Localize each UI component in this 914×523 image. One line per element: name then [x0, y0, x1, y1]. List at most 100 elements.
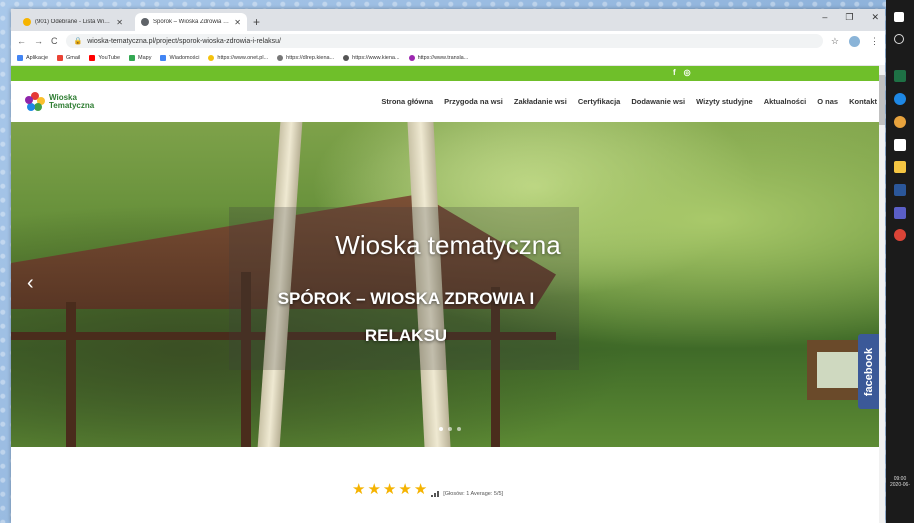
clock[interactable]: 09:00 2020-06- — [888, 476, 912, 488]
toolbar-right: ☆ ⋮ — [831, 35, 879, 47]
explorer-icon[interactable] — [894, 161, 906, 173]
nav-item-founding[interactable]: Zakładanie wsi — [514, 97, 567, 106]
top-social-bar: f ◎ — [11, 66, 885, 81]
maps-icon — [129, 55, 136, 61]
hero-subtitle: Wioska tematyczna — [335, 230, 561, 260]
nav-item-adventure[interactable]: Przygoda na wsi — [444, 97, 503, 106]
star-icon[interactable]: ★ — [352, 482, 365, 497]
profile-avatar[interactable] — [849, 35, 860, 47]
slider-dot[interactable] — [439, 427, 443, 431]
bookmark-label: https://www.transla... — [417, 55, 469, 61]
main-nav: Strona główna Przygoda na wsi Zakładanie… — [381, 81, 877, 122]
mail-favicon-icon — [23, 18, 31, 26]
nav-item-study-visits[interactable]: Wizyty studyjne — [696, 97, 753, 106]
slider-dot[interactable] — [448, 427, 452, 431]
social-links: f ◎ — [673, 68, 691, 77]
windows-taskbar: 09:00 2020-06- — [886, 0, 914, 523]
facebook-sidebar-tab[interactable]: facebook — [858, 334, 880, 409]
nav-item-certification[interactable]: Certyfikacja — [578, 97, 621, 106]
news-icon — [160, 55, 167, 61]
slider-dots — [439, 427, 461, 431]
tab-strip: (901) Odebrane - Lista Wiadomości ✕ Spór… — [11, 9, 885, 31]
globe-favicon-icon — [141, 18, 149, 26]
site-icon — [277, 55, 284, 61]
star-icon[interactable]: ★ — [383, 482, 396, 497]
bookmark-label: Aplikacje — [26, 55, 49, 61]
translate-icon — [408, 55, 415, 61]
instagram-icon[interactable]: ◎ — [684, 68, 691, 77]
bookmark-item[interactable]: https://dlrep.kiena... — [277, 55, 334, 61]
edge-icon[interactable] — [894, 93, 906, 105]
windows-start-icon[interactable] — [894, 12, 904, 22]
bookmark-label: YouTube — [98, 55, 121, 61]
hero-title: SPÓROK – WIOSKA ZDROWIA I RELAKSU — [277, 289, 535, 345]
bookmark-label: Mapy — [138, 55, 152, 61]
maximize-button[interactable]: ❐ — [845, 12, 853, 23]
bookmark-star-icon[interactable]: ☆ — [831, 36, 839, 47]
youtube-icon — [89, 55, 96, 61]
nav-item-contact[interactable]: Kontakt — [849, 97, 877, 106]
bookmark-label: https://www.onet.pl... — [217, 55, 269, 61]
close-tab-icon[interactable]: ✕ — [234, 18, 241, 27]
logo-text: Wioska Tematyczna — [49, 93, 95, 110]
tab-inbox[interactable]: (901) Odebrane - Lista Wiadomości ✕ — [17, 13, 129, 31]
nav-item-home[interactable]: Strona główna — [381, 97, 433, 106]
tab-sporok[interactable]: Spórok – Wioska Zdrowia i Relaksu ✕ — [135, 13, 247, 31]
url-field[interactable]: 🔒 wioska-tematyczna.pl/project/sporok-wi… — [65, 34, 823, 48]
word-icon[interactable] — [894, 184, 906, 196]
facebook-tab-label: facebook — [863, 347, 875, 396]
flower-logo-icon — [25, 91, 45, 112]
minimize-button[interactable]: – — [822, 12, 827, 23]
menu-icon[interactable]: ⋮ — [870, 36, 879, 47]
gazebo-post-image — [66, 302, 76, 447]
bookmark-item[interactable]: https://www.onet.pl... — [208, 55, 268, 61]
chrome-icon[interactable] — [894, 116, 906, 128]
lock-icon: 🔒 — [73, 38, 83, 45]
rating-widget: ★ ★ ★ ★ ★ [Głosów: 1 Average: 5/5] — [352, 482, 503, 497]
bookmark-item[interactable]: https://www.kiena... — [343, 55, 400, 61]
address-bar-row: ← → C 🔒 wioska-tematyczna.pl/project/spo… — [11, 31, 885, 51]
bookmark-item[interactable]: YouTube — [89, 55, 120, 61]
logo-line2: Tematyczna — [49, 100, 95, 110]
tab-title: Spórok – Wioska Zdrowia i Relaksu — [153, 19, 231, 25]
scrollbar-thumb[interactable] — [879, 75, 885, 125]
back-icon[interactable]: ← — [17, 36, 26, 46]
bookmark-label: https://www.kiena... — [352, 55, 400, 61]
slider-dot[interactable] — [457, 427, 461, 431]
chrome-icon[interactable] — [894, 229, 906, 241]
new-tab-button[interactable]: + — [253, 13, 260, 31]
close-window-button[interactable]: ✕ — [871, 12, 879, 23]
bookmark-item[interactable]: Wiadomości — [160, 55, 199, 61]
site-logo[interactable]: Wioska Tematyczna — [25, 91, 95, 112]
star-icon[interactable]: ★ — [367, 482, 380, 497]
close-tab-icon[interactable]: ✕ — [116, 18, 123, 27]
bookmark-label: Gmail — [66, 55, 81, 61]
nav-item-add-village[interactable]: Dodawanie wsi — [631, 97, 685, 106]
page-scrollbar[interactable] — [879, 65, 885, 523]
teams-icon[interactable] — [894, 207, 906, 219]
bar-chart-icon — [431, 491, 440, 497]
bookmarks-bar: Aplikacje Gmail YouTube Mapy Wiadomości … — [11, 51, 885, 66]
reload-icon[interactable]: C — [51, 36, 58, 46]
bookmark-item[interactable]: https://www.transla... — [408, 55, 469, 61]
facebook-icon[interactable]: f — [673, 68, 676, 77]
nav-item-about[interactable]: O nas — [817, 97, 838, 106]
store-icon[interactable] — [894, 139, 906, 151]
gmail-icon — [57, 55, 64, 61]
excel-icon[interactable] — [894, 70, 906, 82]
bookmark-label: https://dlrep.kiena... — [286, 55, 335, 61]
clock-date: 2020-06- — [889, 482, 910, 488]
search-icon[interactable] — [894, 34, 904, 44]
star-icon[interactable]: ★ — [398, 482, 411, 497]
site-header: Wioska Tematyczna Strona główna Przygoda… — [11, 81, 885, 122]
forward-icon[interactable]: → — [34, 36, 43, 46]
hero-slider: Wioska tematyczna SPÓROK – WIOSKA ZDROWI… — [11, 122, 885, 447]
browser-window: (901) Odebrane - Lista Wiadomości ✕ Spór… — [11, 9, 885, 523]
nav-item-news[interactable]: Aktualności — [764, 97, 807, 106]
bookmark-item[interactable]: Aplikacje — [17, 55, 48, 61]
bookmark-item[interactable]: Mapy — [129, 55, 151, 61]
bookmark-item[interactable]: Gmail — [57, 55, 80, 61]
star-icon[interactable]: ★ — [414, 482, 427, 497]
onet-icon — [208, 55, 215, 61]
prev-slide-arrow-icon[interactable]: ‹ — [27, 272, 34, 295]
